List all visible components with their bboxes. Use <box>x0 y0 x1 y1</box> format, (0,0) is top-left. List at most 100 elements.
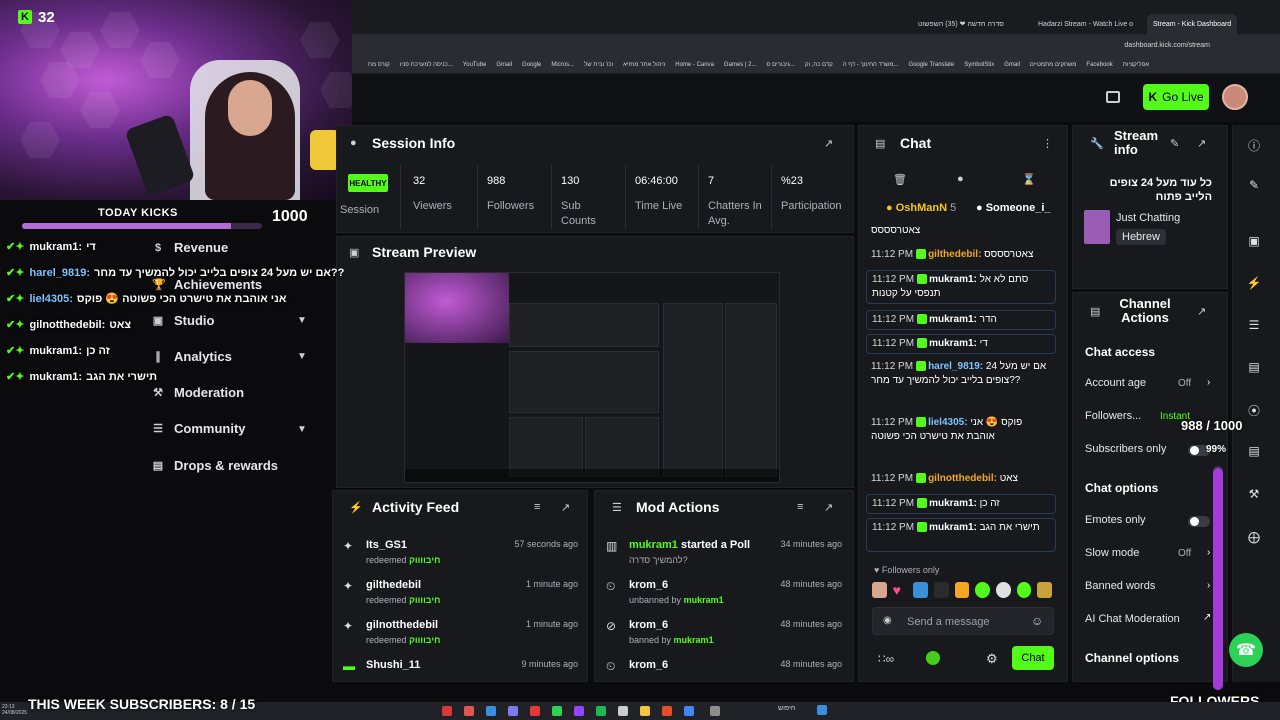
app-icon[interactable] <box>640 706 650 716</box>
app-icon[interactable] <box>684 706 694 716</box>
mod-action-title[interactable]: krom_6 <box>629 619 668 631</box>
account-age-label[interactable]: Account age <box>1085 377 1146 389</box>
app-icon[interactable] <box>530 706 540 716</box>
popout-icon[interactable]: ↗ <box>824 501 833 514</box>
external-link-icon[interactable]: ↗ <box>1203 612 1211 623</box>
mod-action-title[interactable]: krom_6 <box>629 659 668 671</box>
browser-tab[interactable]: סדרה חדשה ❤ (35) השפשוט <box>912 14 1010 34</box>
bookmark-item[interactable]: Google Translate <box>909 62 955 68</box>
bookmark-item[interactable]: ניהול אתר מחזיא <box>623 62 665 68</box>
bookmark-item[interactable]: YouTube <box>463 62 487 68</box>
bookmark-item[interactable]: Google <box>522 62 541 68</box>
emoji-icon[interactable]: ☺ <box>1031 614 1043 628</box>
stream-preview-video[interactable] <box>404 272 780 483</box>
chat-message[interactable]: 11:12 PM gilnotthedebil: צאט <box>866 470 1056 490</box>
more-icon[interactable]: ⋮ <box>1042 137 1053 150</box>
bookmark-item[interactable]: Gmail <box>1004 62 1020 68</box>
activity-user[interactable]: gilthedebil <box>366 579 421 591</box>
browser-tab[interactable]: Hadarzi Stream - Watch Live o <box>1032 14 1139 34</box>
pinned-user[interactable]: ● Someone_i_ <box>976 202 1051 214</box>
bookmark-item[interactable]: כניסה למערכת פניו... <box>400 62 453 68</box>
preview-icon[interactable]: ▣ <box>1246 234 1262 248</box>
kick-points-icon[interactable] <box>926 651 940 665</box>
chat-message[interactable]: 11:12 PM gilthedebil: צאטרסססס <box>866 246 1056 266</box>
emote[interactable] <box>872 582 887 598</box>
bookmark-item[interactable]: קורס מח <box>368 62 390 68</box>
emote[interactable] <box>934 582 949 598</box>
mod-action-title[interactable]: krom_6 <box>629 579 668 591</box>
add-widget-icon[interactable]: ⨁ <box>1246 530 1262 544</box>
sidebar-item-achievements[interactable]: 🏆 Achievements <box>152 277 262 292</box>
filter-icon[interactable]: ≡ <box>797 501 803 513</box>
chevron-down-icon[interactable]: ▼ <box>297 424 307 435</box>
bookmark-item[interactable]: משחקים מתמטיים <box>1030 62 1076 68</box>
app-icon[interactable] <box>486 706 496 716</box>
studio-icon[interactable] <box>1106 91 1120 103</box>
edit-icon[interactable]: ✎ <box>1170 137 1179 150</box>
chat-message[interactable]: 11:12 PM mukram1: תישרי את הגב <box>866 518 1056 552</box>
sidebar-item-analytics[interactable]: ∥ Analytics <box>152 349 232 364</box>
lightning-icon[interactable]: ⚡ <box>1246 276 1262 290</box>
bookmark-item[interactable]: Gmail <box>496 62 512 68</box>
chevron-right-icon[interactable]: › <box>1207 580 1210 591</box>
pinned-user[interactable]: ● OshManN 5 <box>886 202 956 214</box>
hourglass-icon[interactable]: ⌛ <box>1022 173 1036 186</box>
chat-input[interactable]: ◉ Send a message ☺ <box>872 607 1054 635</box>
bookmark-item[interactable]: גיבורים ס... <box>767 62 795 68</box>
app-icon[interactable] <box>442 706 452 716</box>
ai-chat-moderation-label[interactable]: AI Chat Moderation <box>1085 613 1180 625</box>
popout-icon[interactable]: ↗ <box>1197 305 1206 318</box>
taskbar-search[interactable]: חיפוש <box>778 705 795 712</box>
support-icon[interactable]: ☎ <box>1229 633 1263 667</box>
browser-tab-active[interactable]: Stream - Kick Dashboard <box>1147 14 1238 34</box>
pencil-icon[interactable]: ✎ <box>1246 178 1262 192</box>
settings-list-icon[interactable]: ▤ <box>1246 444 1262 458</box>
app-icon[interactable] <box>710 706 720 716</box>
mod-action-title[interactable]: mukram1 started a Poll <box>629 539 750 551</box>
bookmark-item[interactable]: קדם כה, וק <box>805 62 833 68</box>
go-live-button[interactable]: K Go Live <box>1143 84 1209 110</box>
popout-icon[interactable]: ↗ <box>1197 137 1206 150</box>
emote[interactable] <box>1016 582 1032 598</box>
chevron-down-icon[interactable]: ▼ <box>297 315 307 326</box>
bookmark-item[interactable]: Home - Canva <box>675 62 714 68</box>
activity-user[interactable]: Its_GS1 <box>366 539 407 551</box>
app-icon[interactable] <box>574 706 584 716</box>
activity-user[interactable]: Shushi_11 <box>366 659 420 671</box>
app-icon[interactable] <box>618 706 628 716</box>
sidebar-item-drops-rewards[interactable]: ▤ Drops & rewards <box>152 458 278 473</box>
avatar[interactable] <box>1222 84 1248 110</box>
gear-icon[interactable]: ⚙ <box>986 651 998 667</box>
app-icon[interactable] <box>662 706 672 716</box>
emote[interactable] <box>954 582 970 598</box>
sidebar-item-revenue[interactable]: $ Revenue <box>152 240 228 255</box>
popout-icon[interactable]: ↗ <box>561 501 570 514</box>
trash-icon[interactable]: 🗑 <box>893 173 907 186</box>
heart-emote[interactable]: ♥ <box>893 582 908 598</box>
emote[interactable] <box>975 582 991 598</box>
chat-message[interactable]: 11:12 PM harel_9819: אם יש מעל 24 צופים ב… <box>866 358 1056 408</box>
followers-label[interactable]: Followers... <box>1085 410 1141 422</box>
bookmark-item[interactable]: וכו' ובית של <box>584 62 613 68</box>
bookmark-item[interactable]: SymbolStix <box>964 62 994 68</box>
emotes-only-label[interactable]: Emotes only <box>1085 514 1146 526</box>
chat-message[interactable]: 11:12 PM mukram1: סתם לא אל תנפסי על קטנו… <box>866 270 1056 304</box>
slow-mode-label[interactable]: Slow mode <box>1085 547 1139 559</box>
banned-words-label[interactable]: Banned words <box>1085 580 1155 592</box>
chevron-right-icon[interactable]: › <box>1207 547 1210 558</box>
sidebar-item-community[interactable]: ☰ Community <box>152 421 245 436</box>
chat-send-button[interactable]: Chat <box>1012 646 1054 670</box>
emotes-only-toggle[interactable] <box>1188 516 1210 527</box>
app-icon[interactable] <box>508 706 518 716</box>
sidebar-item-studio[interactable]: ▣ Studio <box>152 313 215 328</box>
chevron-down-icon[interactable]: ▼ <box>297 351 307 362</box>
chat-message[interactable]: 11:12 PM mukram1: הדר <box>866 310 1056 330</box>
wrench-icon[interactable]: ⚒ <box>1246 487 1262 501</box>
sidebar-item-moderation[interactable]: ⚒ Moderation <box>152 385 244 400</box>
emote[interactable] <box>996 582 1011 598</box>
list-icon[interactable]: ☰ <box>1246 318 1262 332</box>
chat-message[interactable]: 11:12 PM mukram1: זה כן <box>866 494 1056 514</box>
broadcast-icon[interactable]: ⦿ <box>1246 402 1262 419</box>
chat-message[interactable]: 11:12 PM liel4305: פוקס 😍 אני אוהבת את טי… <box>866 414 1056 464</box>
emote[interactable] <box>913 582 929 598</box>
